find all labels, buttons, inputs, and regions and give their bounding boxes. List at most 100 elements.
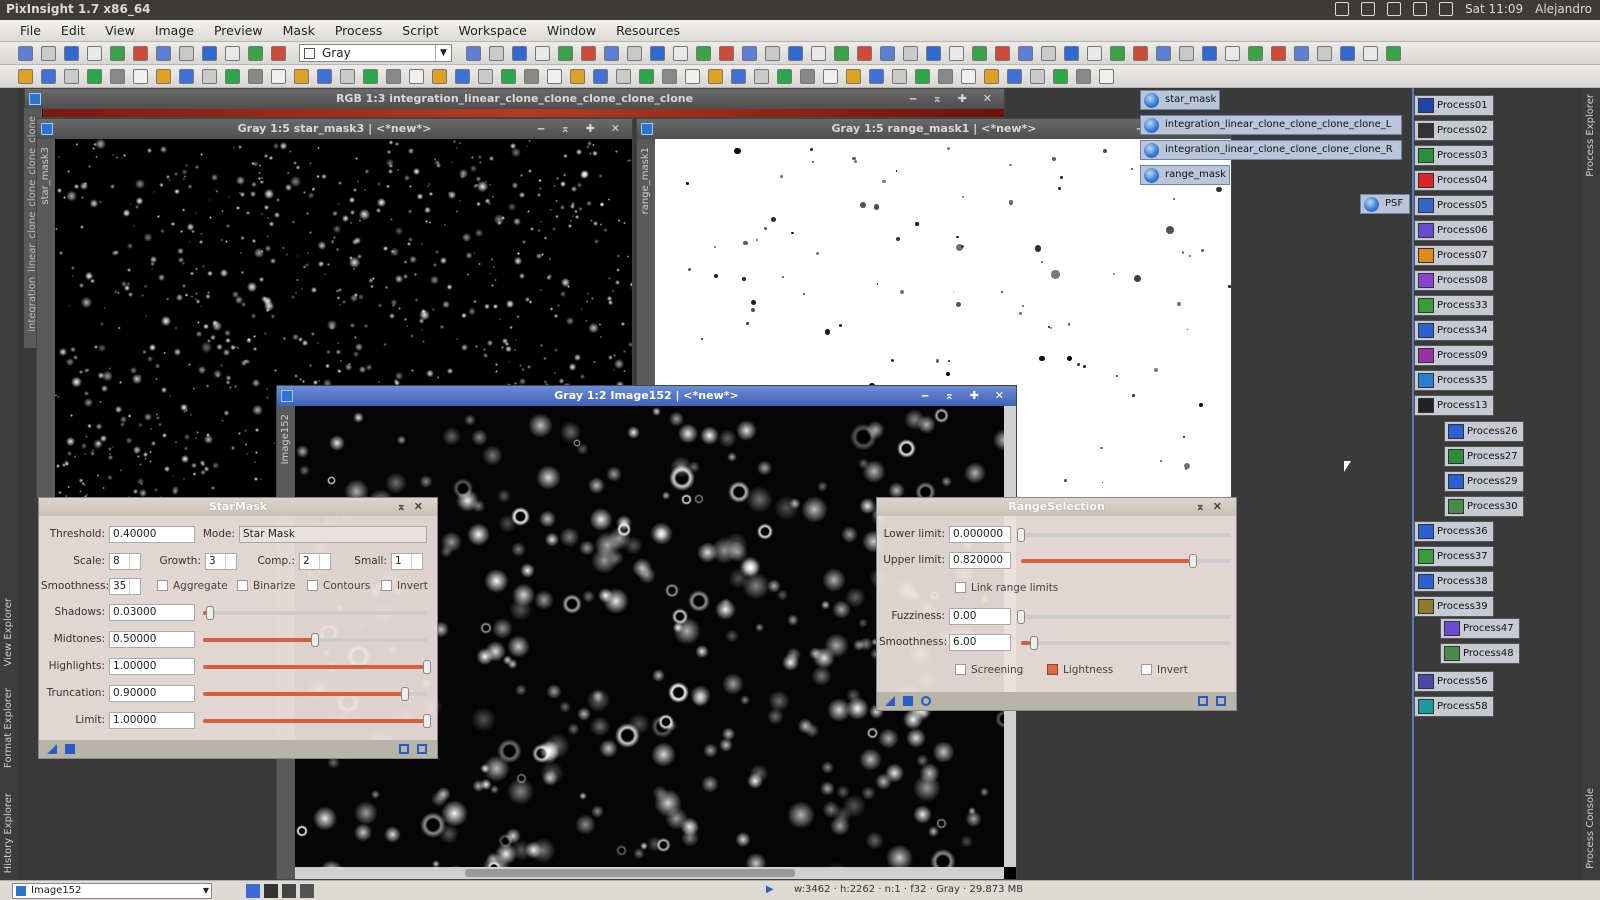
toolbar-icon[interactable]	[1156, 46, 1171, 61]
toolbar-icon[interactable]	[938, 69, 953, 84]
link-range-checkbox[interactable]	[955, 582, 966, 593]
toolbar-icon[interactable]	[512, 46, 527, 61]
toolbar-icon[interactable]	[432, 69, 447, 84]
toolbar-icon[interactable]	[179, 46, 194, 61]
contours-checkbox[interactable]	[307, 580, 318, 591]
toolbar-icon[interactable]	[811, 46, 826, 61]
slider-knob[interactable]	[1029, 636, 1038, 650]
toolbar-icon[interactable]	[64, 69, 79, 84]
toolbar-icon[interactable]	[903, 46, 918, 61]
toolbar-icon[interactable]	[846, 69, 861, 84]
dialog-controls[interactable]: ⌅✕	[1196, 498, 1230, 516]
invert-checkbox[interactable]	[381, 580, 392, 591]
menu-file[interactable]: File	[10, 23, 51, 38]
toolbar-icon[interactable]	[271, 69, 286, 84]
toolbar-icon[interactable]	[317, 69, 332, 84]
image-icon-integration-l[interactable]: integration_linear_clone_clone_clone_clo…	[1140, 115, 1402, 135]
process-icon-process58[interactable]: Process58	[1414, 696, 1494, 717]
preview-icon[interactable]	[1198, 696, 1208, 706]
rgb-image-canvas[interactable]	[43, 109, 1004, 117]
highlights-input[interactable]: 1.00000	[109, 658, 195, 675]
slider-knob[interactable]	[423, 660, 431, 674]
rangeselection-dialog[interactable]: RangeSelection ⌅✕ Lower limit: 0.000000 …	[876, 497, 1237, 711]
toolbar-icon[interactable]	[1087, 46, 1102, 61]
toolbar-icon[interactable]	[1133, 46, 1148, 61]
toolbar-icon[interactable]	[892, 69, 907, 84]
toolbar-icon[interactable]	[1076, 69, 1091, 84]
toolbar-icon[interactable]	[570, 69, 585, 84]
scale-spinbox[interactable]: 8	[109, 553, 141, 570]
edit-icon[interactable]	[1335, 2, 1350, 16]
toolbar-icon[interactable]	[1225, 46, 1240, 61]
toolbar-icon[interactable]	[1317, 46, 1332, 61]
toolbar-icon[interactable]	[547, 69, 562, 84]
truncation-input[interactable]: 0.90000	[109, 685, 195, 702]
menu-edit[interactable]: Edit	[51, 23, 95, 38]
growth-spinbox[interactable]: 3	[205, 553, 237, 570]
toolbar-icon[interactable]	[765, 46, 780, 61]
process-icon-process07[interactable]: Process07	[1414, 245, 1494, 266]
toolbar-icon[interactable]	[1294, 46, 1309, 61]
toolbar-icon[interactable]	[1007, 69, 1022, 84]
fuzziness-input[interactable]: 0.00	[949, 608, 1011, 625]
toolbar-icon[interactable]	[972, 46, 987, 61]
toolbar-icon[interactable]	[627, 46, 642, 61]
reset-icon[interactable]	[1216, 696, 1226, 706]
toolbar-icon[interactable]	[1386, 46, 1401, 61]
menu-view[interactable]: View	[95, 23, 145, 38]
display-mode-3-icon[interactable]	[300, 884, 314, 898]
toolbar-icon[interactable]	[823, 69, 838, 84]
toolbar-icon[interactable]	[1018, 46, 1033, 61]
toolbar-icon[interactable]	[696, 46, 711, 61]
format-explorer-tab[interactable]: Format Explorer	[3, 688, 14, 768]
menu-process[interactable]: Process	[325, 23, 392, 38]
toolbar-icon[interactable]	[18, 46, 33, 61]
real-time-preview-icon[interactable]	[921, 696, 931, 706]
lower-limit-slider[interactable]	[1017, 528, 1231, 542]
toolbar-icon[interactable]	[1053, 69, 1068, 84]
chevron-down-icon[interactable]: ▼	[435, 45, 451, 61]
toolbar-icon[interactable]	[558, 46, 573, 61]
toolbar-icon[interactable]	[673, 46, 688, 61]
toolbar-icon[interactable]	[1179, 46, 1194, 61]
toolbar-icon[interactable]	[593, 69, 608, 84]
image-icon-star-mask[interactable]: star_mask	[1140, 90, 1220, 110]
process-icon-process13[interactable]: Process13	[1414, 395, 1494, 416]
toolbar-icon[interactable]	[225, 69, 240, 84]
scrollbar-thumb[interactable]	[465, 869, 795, 877]
limit-slider[interactable]	[203, 714, 431, 728]
toolbar-icon[interactable]	[662, 69, 677, 84]
toolbar-icon[interactable]	[340, 69, 355, 84]
toolbar-icon[interactable]	[604, 46, 619, 61]
history-explorer-tab[interactable]: History Explorer	[3, 793, 14, 873]
toolbar-icon[interactable]	[524, 69, 539, 84]
toolbar-icon[interactable]	[133, 69, 148, 84]
rgb-window-title[interactable]: RGB 1:3 integration_linear_clone_clone_c…	[25, 89, 1004, 109]
toolbar-icon[interactable]	[156, 69, 171, 84]
range-smoothness-input[interactable]: 6.00	[949, 634, 1011, 651]
view-selector[interactable]: Image152 ▼	[12, 883, 212, 899]
process-icon-process38[interactable]: Process38	[1414, 571, 1494, 592]
toolbar-icon[interactable]	[1340, 46, 1355, 61]
menu-mask[interactable]: Mask	[273, 23, 325, 38]
toolbar-icon[interactable]	[110, 69, 125, 84]
menu-resources[interactable]: Resources	[606, 23, 690, 38]
toolbar-icon[interactable]	[581, 46, 596, 61]
display-mode-blue-icon[interactable]	[246, 884, 260, 898]
toolbar-icon[interactable]	[834, 46, 849, 61]
view-explorer-tab[interactable]: View Explorer	[3, 598, 14, 667]
toolbar-icon[interactable]	[489, 46, 504, 61]
toolbar-icon[interactable]	[1041, 46, 1056, 61]
slider-knob[interactable]	[205, 606, 214, 620]
toolbar-icon[interactable]	[225, 46, 240, 61]
toolbar-icon[interactable]	[87, 46, 102, 61]
midtones-slider[interactable]	[203, 633, 427, 647]
upper-limit-input[interactable]: 0.820000	[949, 552, 1011, 569]
toolbar-icon[interactable]	[1110, 46, 1125, 61]
comp-spinbox[interactable]: 2	[299, 553, 331, 570]
toolbar-icon[interactable]	[777, 69, 792, 84]
slider-knob[interactable]	[423, 714, 431, 728]
toolbar-icon[interactable]	[501, 69, 516, 84]
process-icon-process48[interactable]: Process48	[1440, 643, 1520, 664]
highlights-slider[interactable]	[203, 660, 431, 674]
